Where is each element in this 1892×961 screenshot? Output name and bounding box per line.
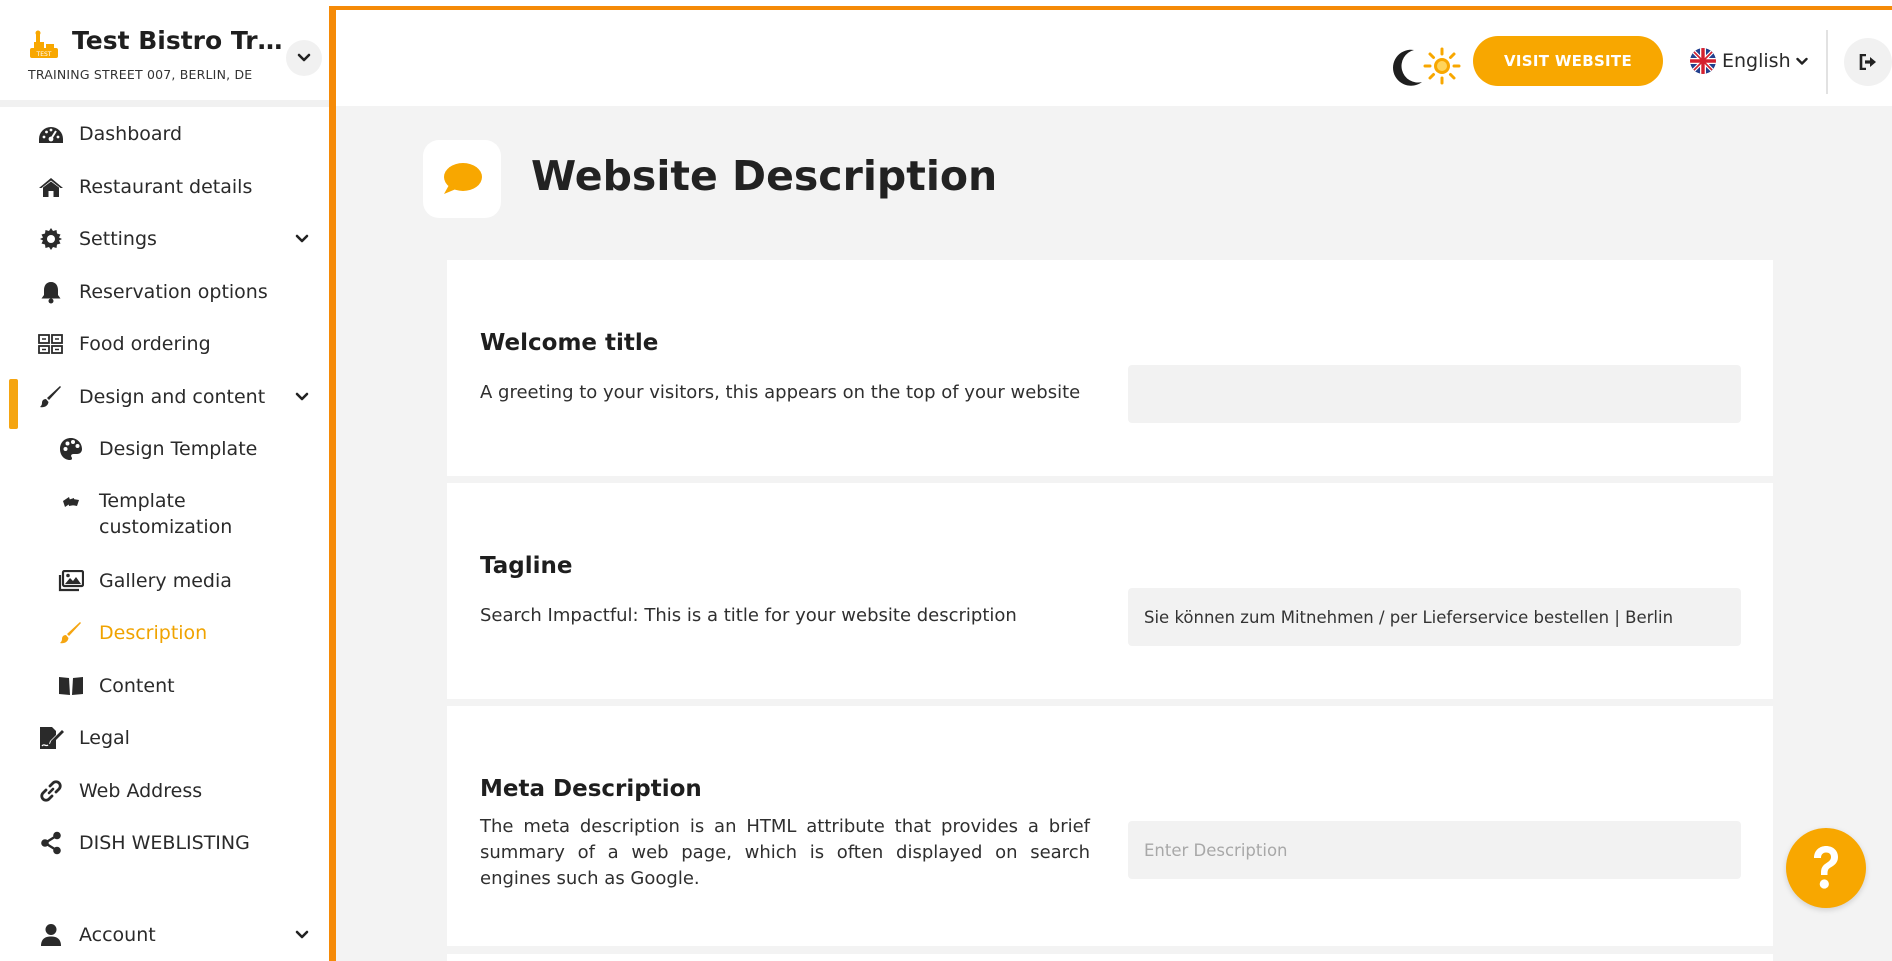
sidebar-item-label: Template customization bbox=[99, 488, 232, 540]
sidebar-item-settings[interactable]: Settings bbox=[0, 219, 329, 259]
tagline-input[interactable] bbox=[1128, 588, 1741, 646]
brush-icon bbox=[38, 384, 64, 410]
question-mark-icon bbox=[1814, 846, 1838, 889]
sidebar-item-label: Account bbox=[79, 924, 156, 946]
palette-icon bbox=[58, 436, 84, 462]
page-icon bbox=[423, 140, 501, 218]
user-icon bbox=[38, 922, 64, 948]
meta-description-heading: Meta Description bbox=[480, 776, 702, 802]
logout-button[interactable] bbox=[1844, 38, 1892, 86]
chevron-down-icon bbox=[291, 924, 313, 946]
share-icon bbox=[38, 830, 64, 856]
visit-website-button[interactable]: VISIT WEBSITE bbox=[1473, 36, 1663, 86]
help-button[interactable] bbox=[1786, 828, 1866, 908]
welcome-title-input[interactable] bbox=[1128, 365, 1741, 423]
sidebar-item-label: Legal bbox=[79, 727, 130, 749]
sidebar-item-label: Description bbox=[99, 622, 208, 644]
sidebar-item-content[interactable]: Content bbox=[0, 666, 329, 706]
food-ordering-icon bbox=[38, 331, 64, 357]
topbar-divider bbox=[1826, 30, 1828, 94]
meta-description-input[interactable] bbox=[1128, 821, 1741, 879]
sidebar-item-label-line1: Template bbox=[99, 490, 186, 512]
meta-description-card: Meta Description The meta description is… bbox=[447, 706, 1773, 946]
tagline-description: Search Impactful: This is a title for yo… bbox=[480, 605, 1017, 626]
sidebar-item-template-customization[interactable]: Template customization bbox=[0, 488, 329, 542]
sidebar-item-label-line2: customization bbox=[99, 516, 233, 538]
sidebar-item-label: Settings bbox=[79, 228, 157, 250]
sidebar-item-legal[interactable]: Legal bbox=[0, 718, 329, 758]
page-header: Website Description bbox=[336, 106, 1892, 256]
brush-icon bbox=[58, 620, 84, 646]
welcome-title-description: A greeting to your visitors, this appear… bbox=[480, 382, 1081, 403]
top-bar: VISIT WEBSITE English bbox=[336, 10, 1892, 106]
gear-icon bbox=[38, 226, 64, 252]
link-icon bbox=[38, 778, 64, 804]
sidebar-item-label: Design Template bbox=[99, 438, 258, 460]
sidebar-item-restaurant-details[interactable]: Restaurant details bbox=[0, 167, 329, 207]
signature-icon bbox=[38, 725, 64, 751]
sidebar-divider bbox=[0, 100, 329, 107]
sidebar-item-label: Dashboard bbox=[79, 123, 183, 145]
active-indicator bbox=[9, 379, 18, 429]
sidebar-item-web-address[interactable]: Web Address bbox=[0, 771, 329, 811]
sidebar-item-gallery-media[interactable]: Gallery media bbox=[0, 561, 329, 601]
sidebar-item-label: DISH WEBLISTING bbox=[79, 832, 250, 854]
chevron-down-icon bbox=[291, 386, 313, 408]
page-title: Website Description bbox=[531, 152, 998, 200]
uk-flag-icon bbox=[1690, 48, 1716, 74]
gallery-icon bbox=[58, 568, 84, 594]
sidebar-item-food-ordering[interactable]: Food ordering bbox=[0, 324, 329, 364]
restaurant-name: Test Bistro Train... bbox=[72, 26, 290, 55]
restaurant-switcher[interactable]: TEST Test Bistro Train... TRAINING STREE… bbox=[0, 0, 329, 104]
bell-icon bbox=[38, 279, 64, 305]
chevron-down-icon bbox=[291, 228, 313, 250]
bistro-logo-icon: TEST bbox=[30, 30, 58, 58]
sidebar-item-reservation-options[interactable]: Reservation options bbox=[0, 272, 329, 312]
sidebar-item-dashboard[interactable]: Dashboard bbox=[0, 114, 329, 154]
sidebar-item-label: Gallery media bbox=[99, 570, 232, 592]
restaurant-switcher-toggle[interactable] bbox=[286, 40, 322, 76]
sidebar-item-label: Content bbox=[99, 675, 175, 697]
chevron-down-icon bbox=[1795, 57, 1808, 65]
sidebar-item-label: Design and content bbox=[79, 386, 266, 408]
tagline-card: Tagline Search Impactful: This is a titl… bbox=[447, 483, 1773, 699]
main-content: VISIT WEBSITE English Website Descriptio… bbox=[329, 6, 1892, 961]
sidebar-item-description[interactable]: Description bbox=[0, 613, 329, 653]
tagline-heading: Tagline bbox=[480, 553, 573, 579]
sidebar-item-design-template[interactable]: Design Template bbox=[0, 429, 329, 469]
sidebar: TEST Test Bistro Train... TRAINING STREE… bbox=[0, 0, 329, 961]
home-icon bbox=[38, 174, 64, 200]
sidebar-item-label: Reservation options bbox=[79, 281, 268, 303]
logout-icon bbox=[1859, 54, 1876, 70]
language-label: English bbox=[1722, 50, 1791, 72]
sidebar-item-account[interactable]: Account bbox=[0, 915, 329, 955]
language-selector[interactable]: English bbox=[1690, 46, 1808, 76]
next-card bbox=[447, 954, 1773, 961]
sidebar-item-label: Web Address bbox=[79, 780, 203, 802]
restaurant-address: TRAINING STREET 007, BERLIN, DE bbox=[28, 67, 253, 82]
svg-text:TEST: TEST bbox=[36, 51, 52, 58]
sidebar-item-dish-weblisting[interactable]: DISH WEBLISTING bbox=[0, 823, 329, 863]
dashboard-icon bbox=[38, 121, 64, 147]
book-icon bbox=[58, 673, 84, 699]
meta-description-text: The meta description is an HTML attribut… bbox=[480, 816, 1090, 889]
theme-toggle[interactable] bbox=[1388, 44, 1462, 90]
swatches-icon bbox=[58, 490, 84, 516]
speech-bubble-icon bbox=[444, 163, 482, 194]
sidebar-item-label: Food ordering bbox=[79, 333, 211, 355]
welcome-title-heading: Welcome title bbox=[480, 330, 659, 356]
welcome-title-card: Welcome title A greeting to your visitor… bbox=[447, 260, 1773, 476]
sun-icon bbox=[1423, 47, 1461, 85]
sidebar-item-design-and-content[interactable]: Design and content bbox=[0, 377, 329, 429]
sidebar-item-label: Restaurant details bbox=[79, 176, 253, 198]
chevron-down-icon bbox=[297, 53, 311, 62]
